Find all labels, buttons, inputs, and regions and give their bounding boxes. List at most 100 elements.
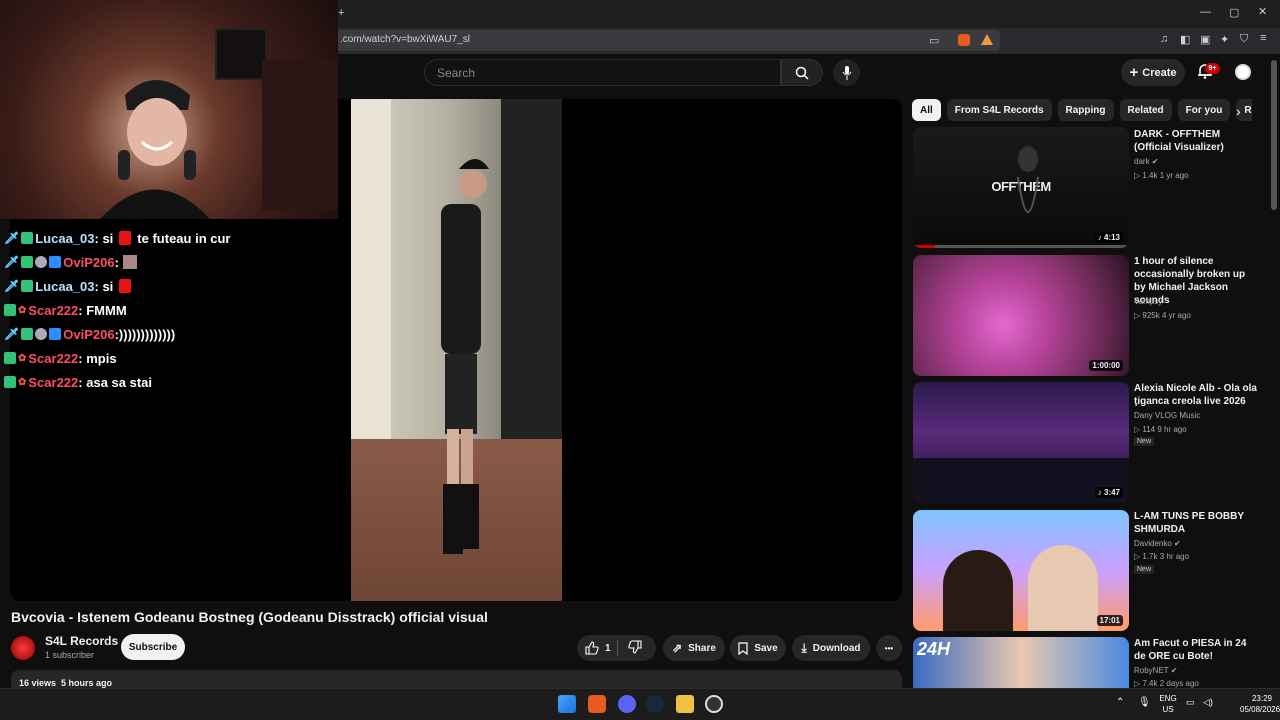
sword-badge-icon: 🗡 [4,231,20,245]
chat-text-tail: te futeau in cur [137,230,231,246]
filter-chips: All From S4L Records Rapping Related For… [912,99,1252,121]
steam-icon[interactable] [646,695,664,713]
brave-browser-icon[interactable] [588,695,606,713]
search-input[interactable]: Search [424,59,781,86]
thumbs-up-icon [585,641,599,655]
chat-text: asa sa stai [86,374,153,390]
chip-related[interactable]: Related [1119,99,1172,121]
recommendation-thumbnail[interactable]: 1:00:00 [913,255,1129,376]
recommendation-channel[interactable]: RobyNET ✔ [1134,666,1177,675]
subscriber-badge-icon [21,280,34,292]
page-scrollbar[interactable] [1271,60,1277,210]
subscriber-badge-icon [21,328,34,340]
search-button[interactable] [781,59,823,86]
recommendation-thumbnail[interactable]: 17:01 [913,510,1129,631]
chat-username: Lucaa_03 [35,278,95,294]
language-indicator[interactable]: ENG US [1158,693,1178,715]
vpn-icon[interactable]: ⛉ [1240,33,1248,46]
address-bar[interactable]: .com/watch?v=bwXiWAU7_sl [330,30,1000,51]
create-label: Create [1142,66,1177,79]
start-menu-icon[interactable] [558,695,576,713]
recommendation-thumbnail[interactable]: OFFTHEM ♪ 4:13 [913,127,1129,248]
ai-icon[interactable]: ✦ [1220,33,1229,46]
new-tab-button[interactable]: + [338,7,344,19]
recommendation-meta: ▷ 114 9 hr ago [1134,425,1187,434]
recommendation-channel[interactable]: Davidenko ✔ [1134,539,1181,548]
subscriber-badge-icon [4,304,16,316]
create-button[interactable]: + Create [1121,59,1185,86]
recommendation-title[interactable]: DARK - OFFTHEM (Official Visualizer) [1134,128,1259,154]
chevron-up-icon[interactable]: ⌃ [1116,697,1124,708]
voice-search-button[interactable] [833,59,860,86]
recommendation-channel[interactable]: dark ✔ [1134,157,1159,166]
volume-icon[interactable]: ◁) [1203,697,1213,708]
chip-for-you[interactable]: For you [1177,99,1231,121]
wallet-icon[interactable]: ▣ [1200,33,1210,46]
account-avatar[interactable] [1232,61,1254,83]
channel-label: dark [1134,157,1150,166]
save-button[interactable]: Save [730,635,786,661]
chat-username: Scar222 [28,302,79,318]
thumbnail-person-left [943,550,1013,631]
dislike-button[interactable] [628,640,642,659]
thumbnail-text: 24H [917,639,951,659]
recommendation-title[interactable]: Alexia Nicole Alb - Ola ola ţiganca creo… [1134,382,1259,408]
menu-icon[interactable]: ≡ [1260,32,1266,44]
rose-badge-icon: ✿ [18,352,27,364]
minimize-button[interactable]: — [1200,6,1211,18]
download-label: Download [812,642,861,654]
video-frame [351,99,562,601]
chevron-right-icon[interactable]: › [1236,103,1241,119]
chat-username: Lucaa_03 [35,230,95,246]
network-icon[interactable]: ▭ [1186,697,1195,708]
emote-icon [122,255,137,269]
channel-name[interactable]: S4L Records [45,634,118,648]
chat-message: ✿ Scar222: mpis [4,346,334,370]
windows-taskbar [0,688,1280,720]
verified-icon: ✔ [1174,539,1181,548]
recommendation-meta: ▷ 1.4k 1 yr ago [1134,171,1189,180]
brave-rewards-icon[interactable] [981,34,993,45]
subscribe-button[interactable]: Subscribe [121,634,185,660]
channel-avatar[interactable] [11,636,35,660]
chat-message: 🗡 Lucaa_03: si [4,274,334,298]
obs-icon[interactable] [705,695,723,713]
chip-rapping[interactable]: Rapping [1057,99,1114,121]
share-button[interactable]: ⇗ Share [663,635,725,661]
streamer-webcam [0,0,338,219]
cast-icon[interactable]: ▭ [929,34,939,47]
microphone-icon [842,65,851,80]
close-window-button[interactable]: ✕ [1258,5,1267,18]
sword-badge-icon: 🗡 [4,327,20,341]
chip-all[interactable]: All [912,99,941,121]
maximize-button[interactable]: ▢ [1229,6,1239,19]
recommendation-meta: ▷ 925k 4 yr ago [1134,311,1191,320]
webcam-wall-frame [215,28,267,80]
chip-from-channel[interactable]: From S4L Records [946,99,1052,121]
download-button[interactable]: ⤓ Download [792,635,870,661]
microphone-tray-icon[interactable]: 🎙 [1138,697,1151,708]
recommendation-channel[interactable]: Dany VLOG Music [1134,411,1200,420]
system-clock[interactable]: 23:29 05/08/2026 [1240,693,1280,715]
more-actions-button[interactable]: ••• [876,635,902,661]
chat-message: 🗡 OviP206: ))))))))))))) [4,326,176,342]
watch-progress-bar [913,245,935,248]
brave-shields-icon[interactable] [958,34,970,46]
clock-time: 23:29 [1251,694,1272,703]
like-count: 1 [605,642,611,654]
thumbnail-person-right [1028,545,1098,631]
like-button[interactable]: 1 [585,641,611,655]
recommendation-channel[interactable]: Vampsy [1134,297,1162,306]
sidebar-icon[interactable]: ◧ [1180,33,1190,46]
discord-icon[interactable] [618,695,636,713]
subscriber-count: 1 subscriber [45,650,95,660]
recommendation-thumbnail[interactable]: ♪ 3:47 [913,382,1129,503]
music-icon[interactable]: ♫ [1160,33,1168,45]
emblem-badge-icon [35,328,48,340]
recommendation-title[interactable]: L-AM TUNS PE BOBBY SHMURDA [1134,510,1259,536]
video-duration: ♪ 3:47 [1094,487,1123,498]
recommendation-title[interactable]: Am Facut o PIESA in 24 de ORE cu Bote! [1134,637,1259,663]
recommendation-thumbnail[interactable]: 24H [913,637,1129,688]
file-explorer-icon[interactable] [676,695,694,713]
subscriber-badge-icon [21,256,34,268]
